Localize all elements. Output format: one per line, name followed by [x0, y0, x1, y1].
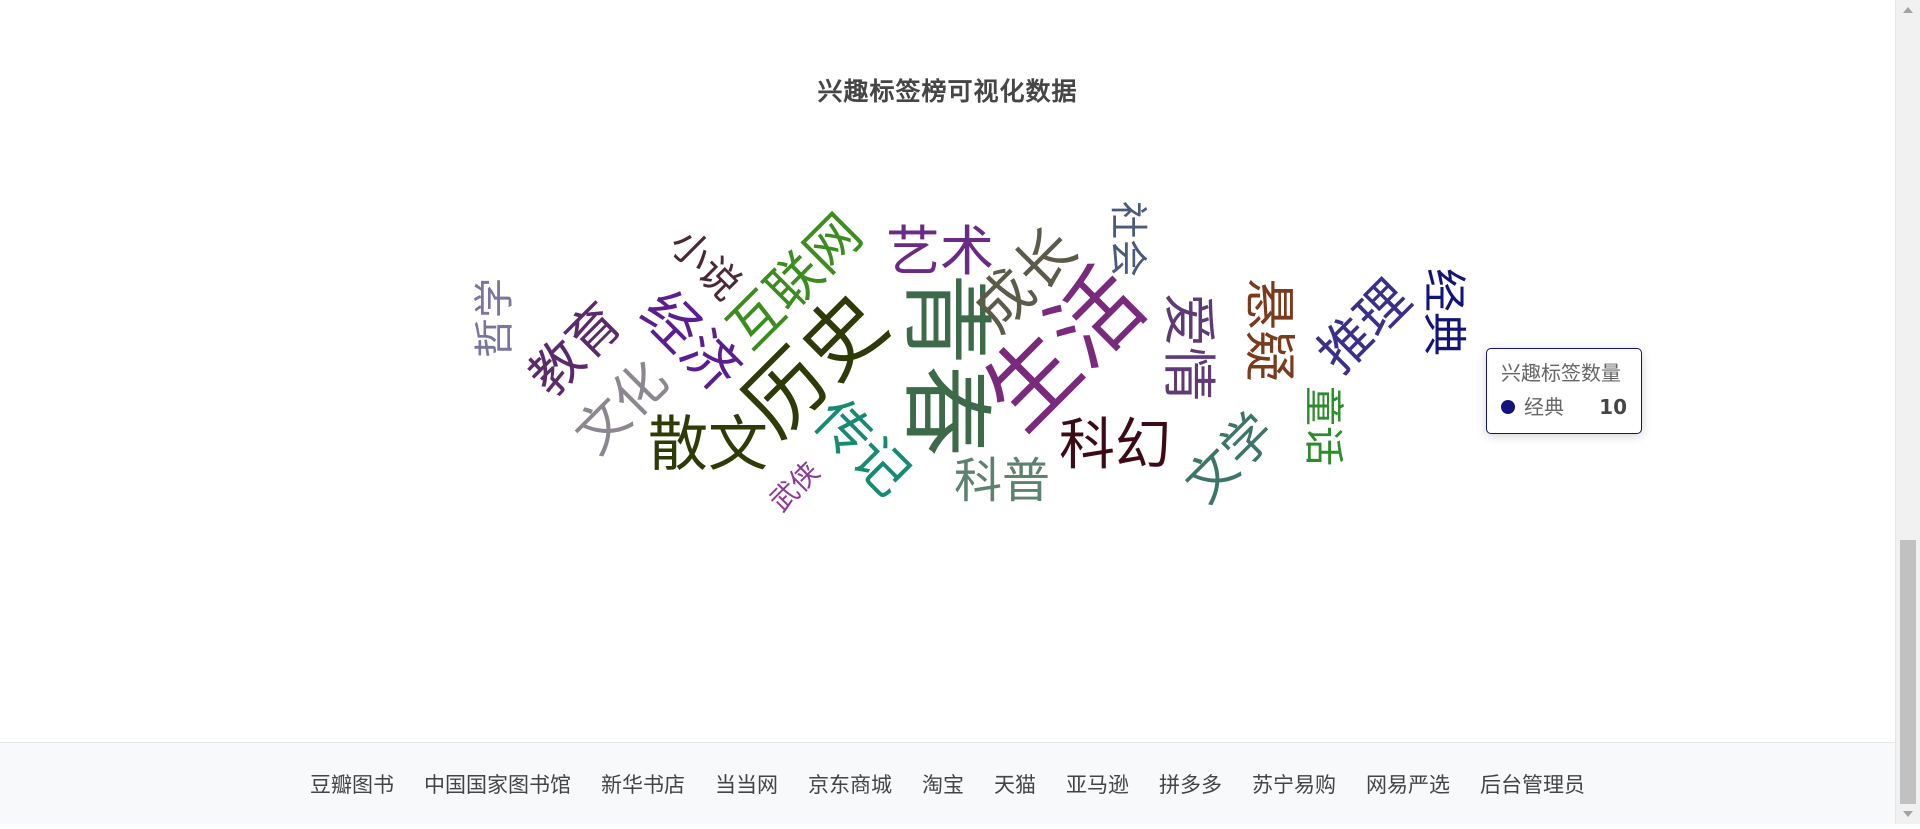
word-4[interactable]: 科幻: [1059, 418, 1171, 474]
footer-link-9[interactable]: 苏宁易购: [1252, 769, 1336, 799]
footer-links: 豆瓣图书 中国国家图书馆 新华书店 当当网 京东商城 淘宝 天猫 亚马逊 拼多多 苏宁易购 网易严选…: [0, 743, 1895, 829]
arrow-up-icon: [1903, 7, 1913, 13]
vertical-scrollbar[interactable]: [1895, 0, 1920, 824]
word-12[interactable]: 爱情: [1157, 293, 1220, 401]
scroll-down-button[interactable]: [1896, 804, 1920, 824]
word-3[interactable]: 散文: [648, 415, 768, 475]
word-16[interactable]: 科普: [954, 457, 1050, 505]
tooltip-row: 经典 10: [1501, 395, 1627, 419]
footer-link-5[interactable]: 淘宝: [922, 769, 964, 799]
footer-link-3[interactable]: 当当网: [715, 769, 778, 799]
word-13[interactable]: 悬疑: [1238, 278, 1298, 382]
footer-link-11[interactable]: 后台管理员: [1480, 769, 1585, 799]
scroll-up-button[interactable]: [1896, 0, 1920, 20]
word-20[interactable]: 哲学: [472, 278, 518, 358]
footer-link-4[interactable]: 京东商城: [808, 769, 892, 799]
word-6[interactable]: 艺术: [886, 225, 994, 279]
arrow-down-icon: [1903, 811, 1913, 817]
tooltip-item-value: 10: [1599, 395, 1627, 419]
word-14[interactable]: 推理: [1307, 269, 1423, 385]
word-21[interactable]: 社会: [1106, 201, 1150, 277]
tooltip-item-name: 经典: [1524, 395, 1564, 419]
word-18[interactable]: 童话: [1300, 386, 1346, 466]
page: 兴趣标签榜可视化数据 青春 生活 历史 散文 科幻 成长 艺术 互联网 经济 教育 文化 传记 爱情 悬疑…: [0, 0, 1895, 824]
scrollbar-thumb[interactable]: [1900, 540, 1916, 804]
footer-link-7[interactable]: 亚马逊: [1066, 769, 1129, 799]
chart-tooltip: 兴趣标签数量 经典 10: [1486, 348, 1642, 434]
footer-link-10[interactable]: 网易严选: [1366, 769, 1450, 799]
footer-link-8[interactable]: 拼多多: [1159, 769, 1222, 799]
word-15[interactable]: 文学: [1174, 402, 1286, 514]
footer-link-0[interactable]: 豆瓣图书: [310, 769, 394, 799]
tooltip-title: 兴趣标签数量: [1501, 361, 1621, 385]
word-17[interactable]: 经典: [1418, 268, 1469, 356]
footer: 豆瓣图书 中国国家图书馆 新华书店 当当网 京东商城 淘宝 天猫 亚马逊 拼多多 苏宁易购 网易严选…: [0, 742, 1895, 824]
word-22[interactable]: 武侠: [763, 455, 826, 518]
footer-link-1[interactable]: 中国国家图书馆: [424, 769, 571, 799]
series-dot-icon: [1501, 400, 1515, 414]
footer-link-6[interactable]: 天猫: [994, 769, 1036, 799]
footer-link-2[interactable]: 新华书店: [601, 769, 685, 799]
